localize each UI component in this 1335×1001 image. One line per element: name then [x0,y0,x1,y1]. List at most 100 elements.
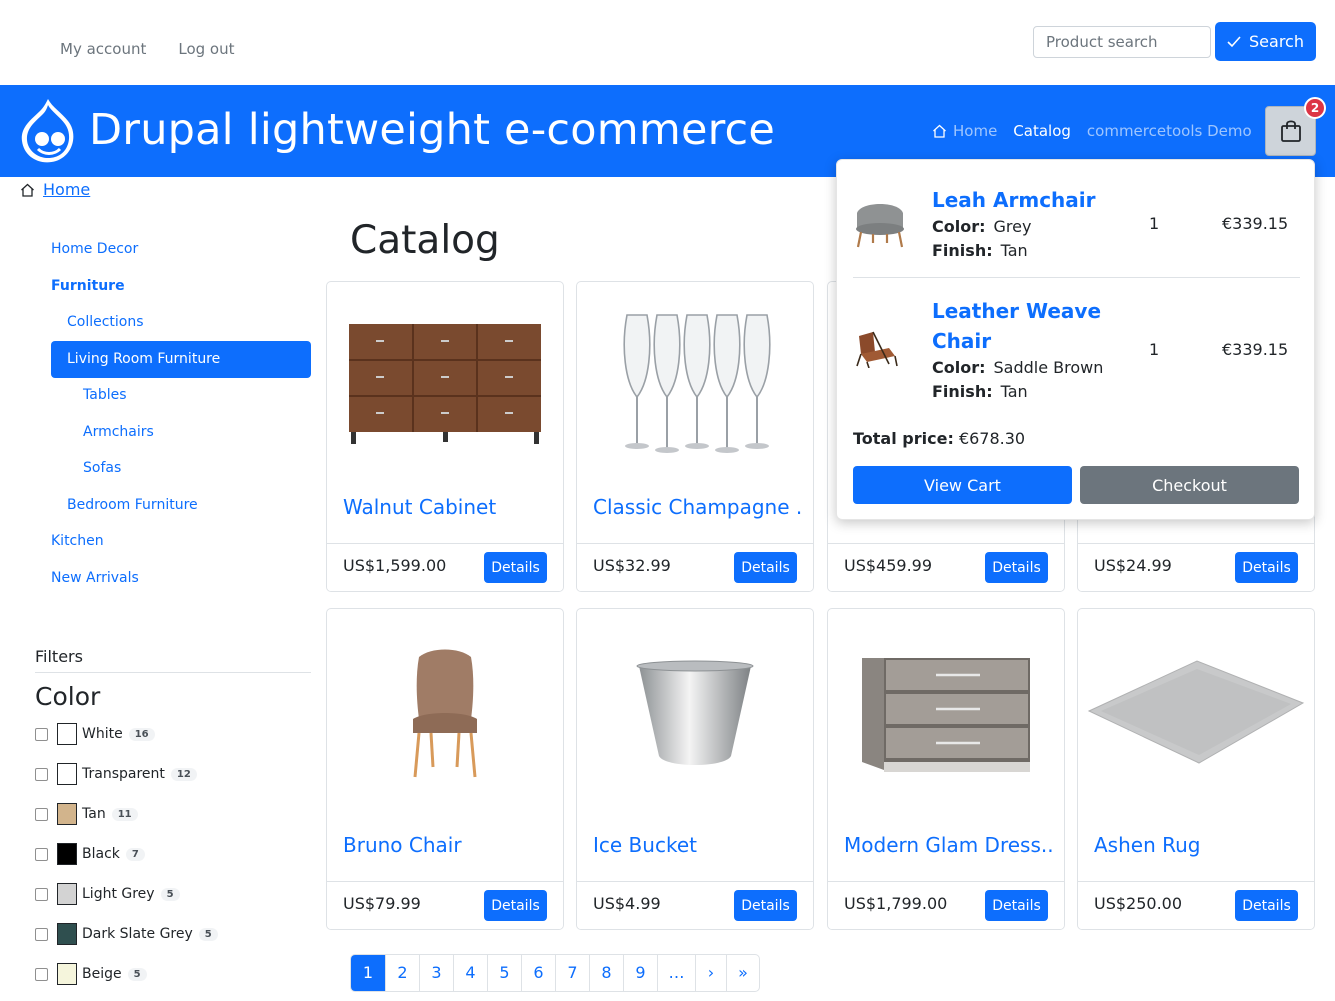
my-account-link[interactable]: My account [60,40,146,58]
filter-option-transparent[interactable]: Transparent 12 [35,762,197,786]
cart-item-color: Color: Grey [932,217,1031,236]
page-1[interactable]: 1 [351,955,385,991]
cabinet-image[interactable] [327,282,563,482]
details-button[interactable]: Details [734,552,797,583]
details-button[interactable]: Details [484,552,547,583]
filter-checkbox[interactable] [35,727,48,741]
page-last[interactable]: » [726,955,759,991]
product-name[interactable]: Ashen Rug [1094,833,1304,857]
category-collections[interactable]: Collections [67,304,144,341]
main-nav: Home Catalog commercetools Demo [932,122,1252,140]
finish-attr-label: Finish: [932,382,993,401]
filter-count: 5 [160,887,180,901]
page-8[interactable]: 8 [589,955,623,991]
top-bar: My account Log out Product search Search [0,0,1335,85]
breadcrumb-home-link[interactable]: Home [43,180,90,199]
nav-catalog[interactable]: Catalog [1013,122,1071,140]
filter-label: Beige [82,966,122,982]
search-button[interactable]: Search [1215,22,1316,61]
filter-count: 5 [127,967,147,981]
filter-option-light-grey[interactable]: Light Grey 5 [35,882,180,906]
breadcrumb: Home [20,180,90,199]
color-attr-value: Saddle Brown [993,358,1104,377]
filter-option-tan[interactable]: Tan 11 [35,802,138,826]
cart-item-finish: Finish: Tan [932,241,1028,260]
ice-bucket-image[interactable] [577,609,813,819]
nav-home[interactable]: Home [932,122,997,140]
filter-checkbox[interactable] [35,767,48,781]
product-name[interactable]: Ice Bucket [593,833,803,857]
cart-item-name[interactable]: Leah Armchair [932,185,1096,215]
product-price: US$459.99 [844,556,933,575]
dresser-image[interactable] [828,609,1064,819]
category-armchairs[interactable]: Armchairs [83,414,154,451]
site-title[interactable]: Drupal lightweight e-commerce [89,105,775,155]
details-button[interactable]: Details [985,552,1048,583]
filter-checkbox[interactable] [35,807,48,821]
filter-checkbox[interactable] [35,967,48,981]
filter-option-white[interactable]: White 16 [35,722,155,746]
finish-attr-value: Tan [1000,241,1028,260]
rug-image[interactable] [1078,609,1314,819]
color-filter-heading: Color [35,682,101,711]
filter-option-black[interactable]: Black 7 [35,842,145,866]
cart-item-color: Color: Saddle Brown [932,358,1103,377]
color-swatch [57,963,77,985]
chair-image[interactable] [327,609,563,819]
filter-option-beige[interactable]: Beige 5 [35,962,147,986]
color-swatch [57,923,77,945]
category-new-arrivals[interactable]: New Arrivals [51,560,139,597]
details-button[interactable]: Details [734,890,797,921]
color-swatch [57,803,77,825]
cart-dropdown: Leah Armchair Color: Grey Finish: Tan 1 €3… [836,159,1315,520]
page-9[interactable]: 9 [623,955,657,991]
category-tables[interactable]: Tables [83,377,127,414]
category-home-decor[interactable]: Home Decor [51,231,138,268]
drupal-logo-icon[interactable] [18,97,78,165]
view-cart-button[interactable]: View Cart [853,466,1072,504]
cart-item-name[interactable]: Leather Weave Chair [932,296,1101,356]
details-button[interactable]: Details [1235,890,1298,921]
cart-item-name-line: Chair [932,329,992,353]
product-name[interactable]: Modern Glam Dress... [844,833,1054,857]
page-6[interactable]: 6 [521,955,555,991]
nav-commercetools-demo[interactable]: commercetools Demo [1087,122,1252,140]
product-name[interactable]: Classic Champagne ... [593,495,803,519]
category-bedroom-furniture[interactable]: Bedroom Furniture [67,487,198,524]
cart-item-quantity: 1 [1149,340,1160,359]
product-card: Classic Champagne ... US$32.99 Details [576,281,814,592]
page-7[interactable]: 7 [555,955,589,991]
finish-attr-value: Tan [1000,382,1028,401]
page-next[interactable]: › [695,955,726,991]
champagne-glasses-image[interactable] [577,282,813,482]
cart-item-quantity: 1 [1149,214,1160,233]
category-sofas[interactable]: Sofas [83,450,121,487]
product-card: Walnut Cabinet US$1,599.00 Details [326,281,564,592]
filter-option-dark-slate-grey[interactable]: Dark Slate Grey 5 [35,922,218,946]
category-living-room-furniture[interactable]: Living Room Furniture [51,341,311,378]
details-button[interactable]: Details [985,890,1048,921]
details-button[interactable]: Details [1235,552,1298,583]
details-button[interactable]: Details [484,890,547,921]
filter-label: Light Grey [82,886,155,902]
category-kitchen[interactable]: Kitchen [51,523,104,560]
color-attr-value: Grey [993,217,1032,236]
filter-label: Transparent [82,766,165,782]
checkout-button[interactable]: Checkout [1080,466,1299,504]
product-name[interactable]: Walnut Cabinet [343,495,553,519]
leather-chair-thumbnail-icon [856,331,898,368]
filter-checkbox[interactable] [35,847,48,861]
finish-attr-label: Finish: [932,241,993,260]
product-card: Bruno Chair US$79.99 Details [326,608,564,930]
search-input[interactable]: Product search [1033,26,1211,58]
filter-checkbox[interactable] [35,887,48,901]
page-2[interactable]: 2 [385,955,419,991]
page-3[interactable]: 3 [419,955,453,991]
product-price: US$1,799.00 [844,894,948,913]
product-name[interactable]: Bruno Chair [343,833,553,857]
page-5[interactable]: 5 [487,955,521,991]
page-4[interactable]: 4 [453,955,487,991]
logout-link[interactable]: Log out [178,40,234,58]
filter-checkbox[interactable] [35,927,48,941]
category-furniture[interactable]: Furniture [51,268,125,305]
